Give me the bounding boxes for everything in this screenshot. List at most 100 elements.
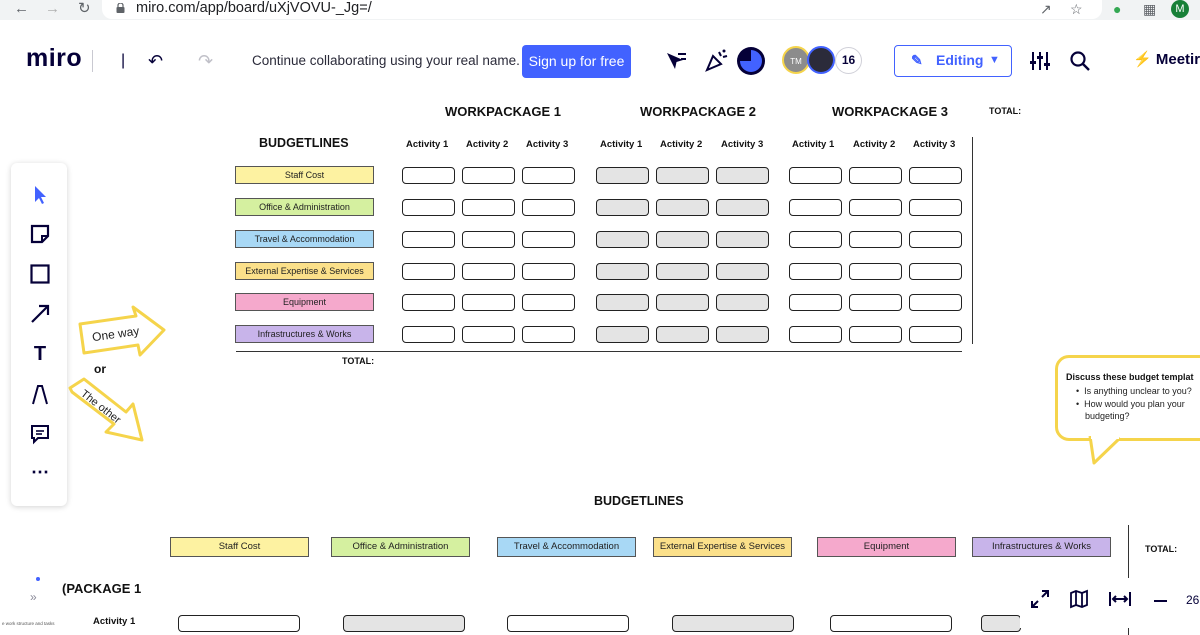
- budget-cell-r5-c7[interactable]: [789, 294, 842, 311]
- budgetline-staff-cost[interactable]: Staff Cost: [235, 166, 374, 184]
- budget-cell-r3-c8[interactable]: [849, 231, 902, 248]
- budget-cell-r3-c9[interactable]: [909, 231, 962, 248]
- connection-arrow-icon[interactable]: [29, 303, 51, 325]
- bottom-budgetline-travel-accommodation[interactable]: Travel & Accommodation: [497, 537, 636, 557]
- timer-icon[interactable]: [736, 46, 766, 76]
- budget-cell-r4-c8[interactable]: [849, 263, 902, 280]
- zoom-level[interactable]: 26: [1186, 593, 1199, 607]
- comment-icon[interactable]: [29, 423, 51, 445]
- collaborator-count-badge[interactable]: 16: [835, 47, 862, 74]
- budget-cell-r6-c4[interactable]: [596, 326, 649, 343]
- text-tool-icon[interactable]: T: [29, 343, 51, 365]
- bottom-cell[interactable]: [507, 615, 629, 632]
- bottom-budgetline-staff-cost[interactable]: Staff Cost: [170, 537, 309, 557]
- extensions-puzzle-icon[interactable]: ▦: [1143, 1, 1156, 17]
- bottom-budgetline-infrastructures-works[interactable]: Infrastructures & Works: [972, 537, 1111, 557]
- budget-cell-r3-c5[interactable]: [656, 231, 709, 248]
- budget-cell-r3-c6[interactable]: [716, 231, 769, 248]
- budget-cell-r4-c6[interactable]: [716, 263, 769, 280]
- profile-avatar[interactable]: M: [1171, 0, 1189, 18]
- budget-cell-r3-c2[interactable]: [462, 231, 515, 248]
- budget-cell-r1-c1[interactable]: [402, 167, 455, 184]
- forward-arrow-icon[interactable]: →: [45, 0, 60, 18]
- bottom-cell[interactable]: [178, 615, 300, 632]
- redo-icon[interactable]: ↷: [198, 51, 213, 71]
- budget-cell-r1-c5[interactable]: [656, 167, 709, 184]
- undo-icon[interactable]: ↶: [148, 51, 163, 71]
- celebrate-icon[interactable]: [703, 48, 729, 74]
- more-tools-icon[interactable]: ⋯: [29, 461, 51, 483]
- budget-cell-r1-c6[interactable]: [716, 167, 769, 184]
- budget-cell-r4-c7[interactable]: [789, 263, 842, 280]
- budget-cell-r3-c3[interactable]: [522, 231, 575, 248]
- bookmark-star-icon[interactable]: ☆: [1070, 1, 1083, 17]
- budget-cell-r2-c4[interactable]: [596, 199, 649, 216]
- budget-cell-r6-c8[interactable]: [849, 326, 902, 343]
- settings-sliders-icon[interactable]: [1029, 50, 1051, 72]
- budget-cell-r6-c5[interactable]: [656, 326, 709, 343]
- bottom-budgetline-external-expertise[interactable]: External Expertise & Services: [653, 537, 792, 557]
- board-name-icon[interactable]: |: [121, 51, 125, 71]
- sign-up-button[interactable]: Sign up for free: [522, 45, 631, 78]
- budget-cell-r3-c1[interactable]: [402, 231, 455, 248]
- budget-cell-r4-c1[interactable]: [402, 263, 455, 280]
- budget-cell-r3-c4[interactable]: [596, 231, 649, 248]
- budget-cell-r2-c5[interactable]: [656, 199, 709, 216]
- budget-cell-r4-c9[interactable]: [909, 263, 962, 280]
- search-icon[interactable]: [1069, 50, 1091, 72]
- bottom-cell[interactable]: [830, 615, 952, 632]
- budget-cell-r5-c4[interactable]: [596, 294, 649, 311]
- budget-cell-r1-c9[interactable]: [909, 167, 962, 184]
- budget-cell-r6-c7[interactable]: [789, 326, 842, 343]
- budget-cell-r4-c4[interactable]: [596, 263, 649, 280]
- budget-cell-r3-c7[interactable]: [789, 231, 842, 248]
- address-bar[interactable]: miro.com/app/board/uXjVOVU-_Jg=/: [102, 0, 1102, 19]
- reload-icon[interactable]: ↻: [78, 0, 91, 18]
- bottom-cell[interactable]: [672, 615, 794, 632]
- shape-rectangle-icon[interactable]: [29, 263, 51, 285]
- budgetline-infrastructures-works[interactable]: Infrastructures & Works: [235, 325, 374, 343]
- editing-mode-button[interactable]: ✎ Editing ▼: [894, 45, 1012, 77]
- budget-cell-r1-c3[interactable]: [522, 167, 575, 184]
- budget-cell-r5-c1[interactable]: [402, 294, 455, 311]
- budget-cell-r2-c1[interactable]: [402, 199, 455, 216]
- back-arrow-icon[interactable]: ←: [14, 0, 29, 18]
- budgetline-external-expertise[interactable]: External Expertise & Services: [235, 262, 374, 280]
- discussion-bubble[interactable]: [1055, 355, 1200, 441]
- pen-icon[interactable]: [29, 383, 51, 405]
- budget-cell-r2-c2[interactable]: [462, 199, 515, 216]
- budget-cell-r1-c7[interactable]: [789, 167, 842, 184]
- budget-cell-r4-c5[interactable]: [656, 263, 709, 280]
- budget-cell-r6-c9[interactable]: [909, 326, 962, 343]
- cursor-follow-icon[interactable]: [664, 50, 688, 72]
- bottom-cell[interactable]: [343, 615, 465, 632]
- budget-cell-r4-c3[interactable]: [522, 263, 575, 280]
- budget-cell-r6-c6[interactable]: [716, 326, 769, 343]
- budget-cell-r5-c2[interactable]: [462, 294, 515, 311]
- budgetline-office-administration[interactable]: Office & Administration: [235, 198, 374, 216]
- miro-logo[interactable]: miro: [26, 44, 82, 73]
- budget-cell-r1-c2[interactable]: [462, 167, 515, 184]
- budget-cell-r2-c7[interactable]: [789, 199, 842, 216]
- budget-cell-r2-c9[interactable]: [909, 199, 962, 216]
- budget-cell-r4-c2[interactable]: [462, 263, 515, 280]
- bottom-budgetline-equipment[interactable]: Equipment: [817, 537, 956, 557]
- fit-width-icon[interactable]: [1108, 589, 1132, 609]
- expand-panel-icon[interactable]: »: [30, 590, 37, 604]
- budget-cell-r2-c6[interactable]: [716, 199, 769, 216]
- budget-cell-r5-c5[interactable]: [656, 294, 709, 311]
- map-icon[interactable]: [1069, 589, 1089, 609]
- budget-cell-r1-c4[interactable]: [596, 167, 649, 184]
- fullscreen-icon[interactable]: [1030, 589, 1050, 609]
- sticky-note-icon[interactable]: [29, 223, 51, 245]
- budget-cell-r2-c8[interactable]: [849, 199, 902, 216]
- budget-cell-r6-c1[interactable]: [402, 326, 455, 343]
- avatar-photo[interactable]: [807, 46, 835, 74]
- budget-cell-r2-c3[interactable]: [522, 199, 575, 216]
- budgetline-equipment[interactable]: Equipment: [235, 293, 374, 311]
- meeting-button[interactable]: ⚡ Meetir: [1133, 50, 1200, 68]
- budget-cell-r1-c8[interactable]: [849, 167, 902, 184]
- avatar-tm[interactable]: TM: [782, 46, 810, 74]
- budget-cell-r6-c2[interactable]: [462, 326, 515, 343]
- budget-cell-r6-c3[interactable]: [522, 326, 575, 343]
